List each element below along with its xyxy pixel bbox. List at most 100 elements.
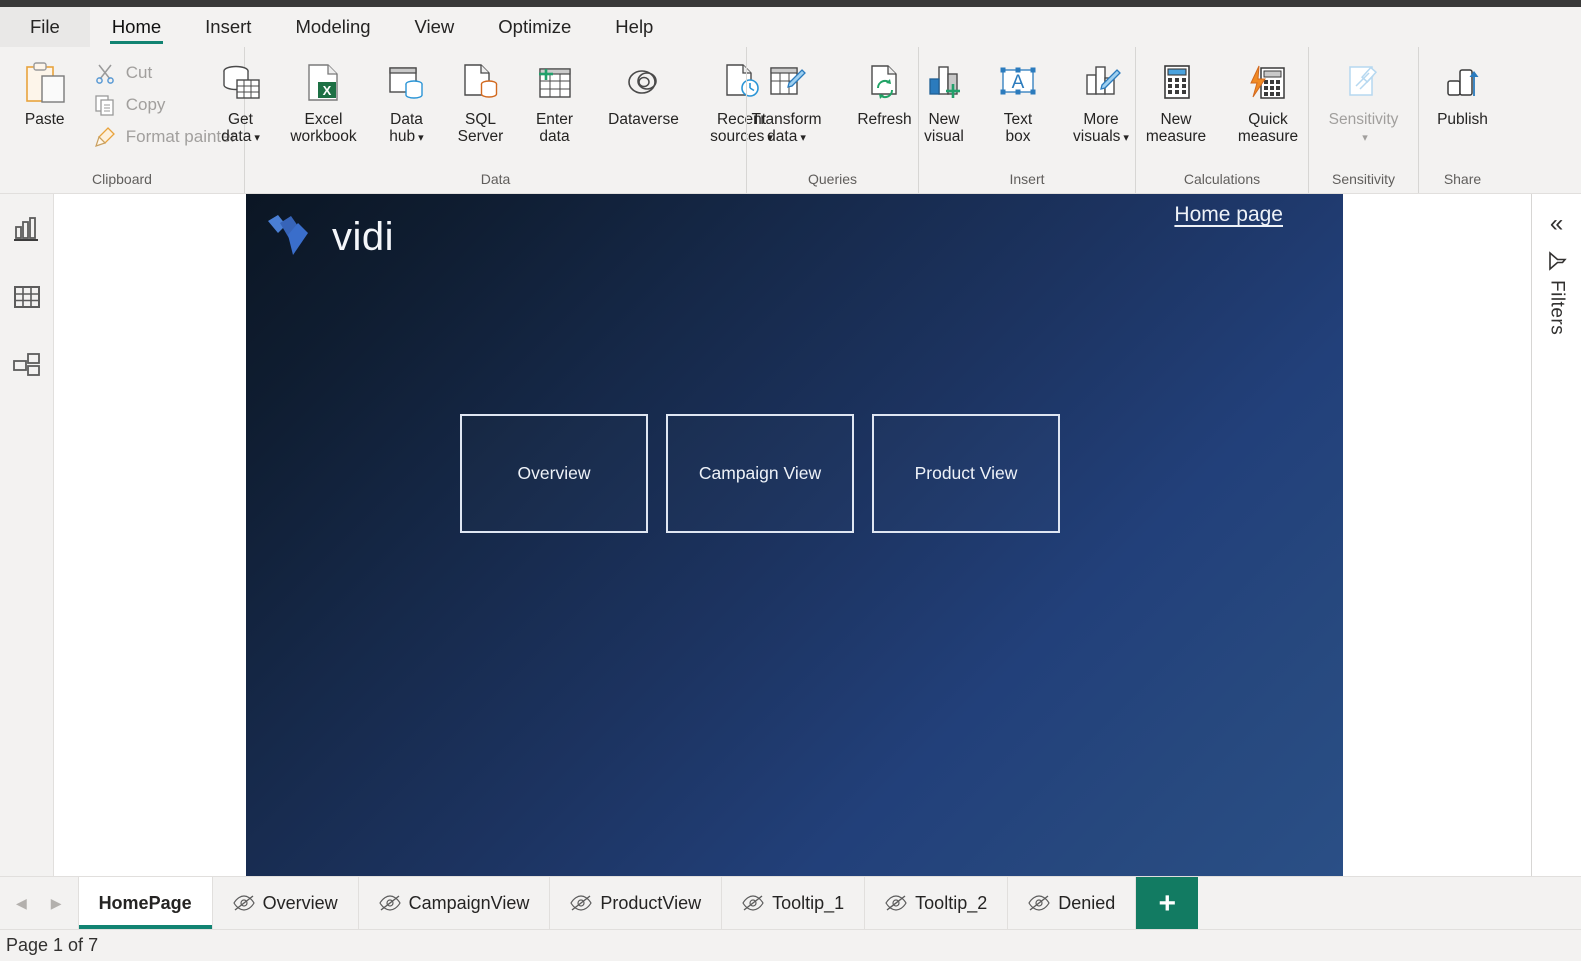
text-box-icon: A	[997, 57, 1039, 109]
data-group-label: Data	[480, 171, 511, 187]
page-tab-tooltip-1[interactable]: Tooltip_1	[722, 877, 866, 929]
page-tab-overview-label: Overview	[262, 892, 338, 913]
add-page-button[interactable]: +	[1136, 877, 1199, 929]
ribbon-group-calculations: New measure Quick measure Calculations	[1135, 47, 1308, 193]
tab-optimize[interactable]: Optimize	[476, 7, 593, 47]
nav-button-overview[interactable]: Overview	[460, 414, 648, 533]
report-view-icon	[13, 216, 41, 242]
page-tab-homepage[interactable]: HomePage	[78, 877, 213, 929]
page-tab-productview[interactable]: ProductView	[550, 877, 723, 929]
dataverse-icon	[623, 57, 665, 109]
tab-home-label: Home	[111, 16, 162, 37]
enter-data-icon	[534, 57, 576, 109]
tab-file[interactable]: File	[0, 7, 90, 47]
page-tab-tooltip-2[interactable]: Tooltip_2	[865, 877, 1009, 929]
expand-filters-pane-button[interactable]: «	[1550, 206, 1563, 250]
nav-button-product-view-label: Product View	[914, 463, 1018, 483]
text-box-button[interactable]: A Text box	[981, 53, 1055, 150]
clipboard-group-label: Clipboard	[92, 171, 152, 187]
svg-text:X: X	[322, 83, 331, 98]
refresh-label: Refresh	[857, 111, 912, 128]
paste-icon	[22, 57, 68, 109]
vidi-mark-icon	[266, 213, 318, 261]
model-view-icon	[12, 352, 41, 378]
sensitivity-label-icon	[1343, 57, 1385, 109]
excel-workbook-icon: X	[304, 57, 344, 109]
data-view-icon	[13, 284, 41, 310]
data-hub-button[interactable]: Data hub ▾	[370, 53, 444, 150]
sidebar-item-data-view[interactable]	[8, 278, 46, 316]
quick-measure-icon	[1247, 57, 1289, 109]
transform-data-button[interactable]: Transform data ▾	[735, 53, 839, 150]
page-tab-campaignview[interactable]: CampaignView	[359, 877, 551, 929]
nav-button-product-view[interactable]: Product View	[872, 414, 1060, 533]
navigation-buttons: Overview Campaign View Product View	[460, 414, 1060, 533]
tab-insert-label: Insert	[205, 16, 252, 37]
nav-button-campaign-view[interactable]: Campaign View	[666, 414, 854, 533]
calculations-group-label: Calculations	[1183, 171, 1261, 187]
transform-data-icon	[766, 57, 808, 109]
cut-label: Cut	[125, 63, 153, 82]
new-visual-button[interactable]: New visual	[907, 53, 981, 150]
nav-button-campaign-view-label: Campaign View	[698, 463, 822, 483]
tab-home[interactable]: Home	[90, 7, 183, 47]
status-bar: Page 1 of 7	[0, 929, 1581, 961]
prev-page-arrow[interactable]: ◀	[8, 895, 35, 912]
ribbon-group-share: Publish Share	[1418, 47, 1506, 193]
tab-modeling[interactable]: Modeling	[273, 7, 392, 47]
view-switcher-rail	[0, 194, 54, 876]
page-tab-homepage-label: HomePage	[98, 892, 192, 913]
new-measure-button[interactable]: New measure	[1130, 53, 1222, 150]
chevron-down-icon: ▾	[800, 132, 806, 145]
insert-group-label: Insert	[1009, 171, 1045, 187]
more-visuals-icon	[1080, 57, 1122, 109]
nav-button-overview-label: Overview	[517, 463, 591, 483]
report-canvas[interactable]: vidi Home page Overview Campaign View Pr…	[246, 194, 1343, 876]
tab-help[interactable]: Help	[593, 7, 675, 47]
power-bi-desktop-window: File Home Insert Modeling View Optimize …	[0, 0, 1581, 961]
get-data-button[interactable]: Get data ▾	[204, 53, 278, 150]
refresh-icon	[864, 57, 906, 109]
tab-insert[interactable]: Insert	[183, 7, 273, 47]
page-tab-productview-label: ProductView	[600, 892, 702, 913]
dataverse-label: Dataverse	[608, 111, 679, 128]
page-tab-denied[interactable]: Denied	[1008, 877, 1137, 929]
sql-server-button[interactable]: SQL Server	[444, 53, 518, 150]
dataverse-button[interactable]: Dataverse	[592, 53, 696, 132]
filter-funnel-icon[interactable]	[1546, 250, 1568, 280]
brand-logo: vidi	[266, 213, 394, 261]
paste-button[interactable]: Paste	[8, 53, 82, 132]
home-page-link[interactable]: Home page	[1174, 203, 1283, 227]
tab-view[interactable]: View	[393, 7, 477, 47]
filters-pane-label: Filters	[1546, 280, 1568, 336]
get-data-label: Get data ▾	[221, 111, 260, 146]
chevron-down-icon: ▾	[1362, 132, 1368, 145]
publish-icon	[1442, 57, 1484, 109]
quick-measure-button[interactable]: Quick measure	[1222, 53, 1314, 150]
enter-data-button[interactable]: Enter data	[518, 53, 592, 150]
page-indicator: Page 1 of 7	[6, 935, 99, 955]
publish-button[interactable]: Publish	[1417, 53, 1509, 132]
excel-workbook-button[interactable]: X Excel workbook	[278, 53, 370, 150]
hidden-page-icon	[1028, 895, 1050, 911]
data-hub-icon	[386, 57, 428, 109]
next-page-arrow[interactable]: ▶	[43, 895, 70, 912]
chevron-down-icon: ▾	[254, 132, 260, 145]
sidebar-item-model-view[interactable]	[8, 346, 46, 384]
excel-workbook-label: Excel workbook	[290, 111, 357, 146]
sidebar-item-report-view[interactable]	[8, 210, 46, 248]
hidden-page-icon	[378, 895, 401, 911]
new-visual-label: New visual	[924, 111, 964, 146]
sensitivity-button[interactable]: Sensitivity ▾	[1312, 53, 1416, 150]
publish-label: Publish	[1437, 111, 1488, 128]
transform-data-label: Transform data ▾	[751, 111, 822, 146]
tab-file-label: File	[30, 16, 60, 37]
chevron-down-icon: ▾	[418, 132, 424, 145]
ribbon-group-data: Get data ▾ X Excel workbook Data hub ▾ S…	[221, 47, 773, 193]
paintbrush-icon	[92, 124, 118, 150]
page-tab-overview[interactable]: Overview	[213, 877, 359, 929]
hidden-page-icon	[570, 895, 593, 911]
copy-label: Copy	[125, 95, 166, 114]
tab-help-label: Help	[615, 16, 654, 37]
page-tab-bar: ◀ ▶ HomePage Overview CampaignView Produ…	[0, 876, 1581, 929]
